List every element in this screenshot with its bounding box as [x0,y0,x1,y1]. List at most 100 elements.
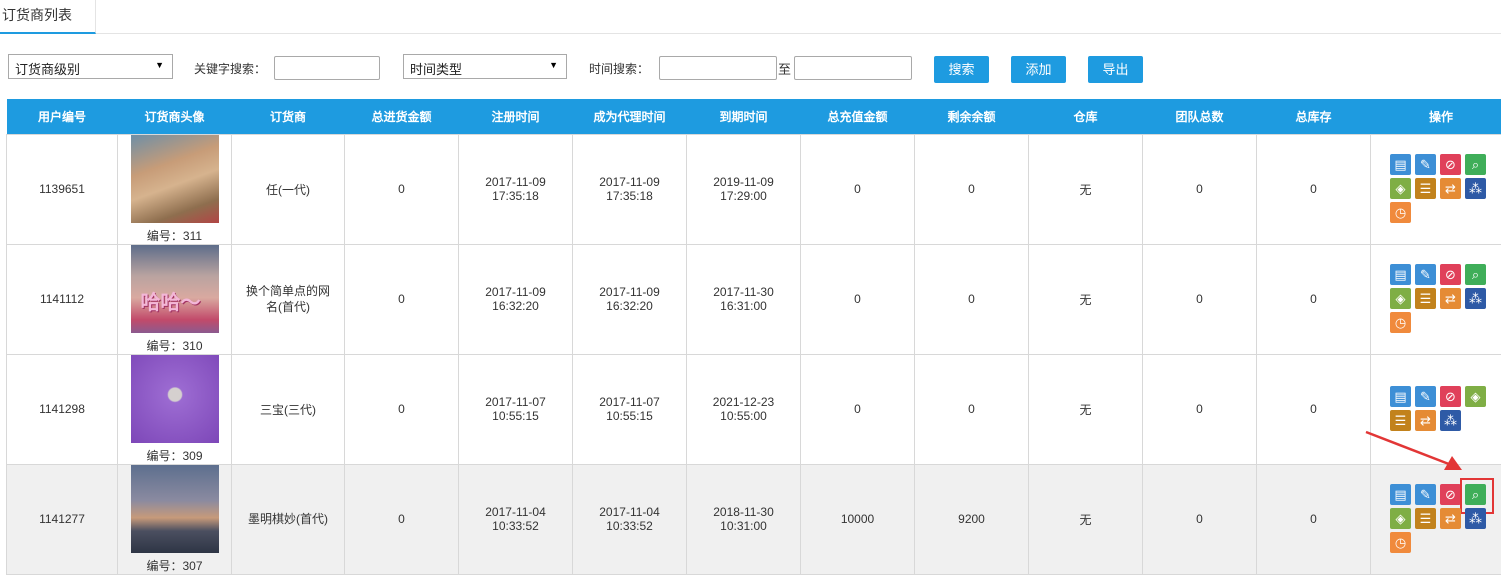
col-avatar: 订货商头像 [118,99,232,134]
warehouse: 无 [1029,244,1143,354]
col-warehouse: 仓库 [1029,99,1143,134]
disable-icon[interactable]: ⊘ [1440,264,1461,285]
annotation-arrow-line [1366,432,1454,466]
disable-icon[interactable]: ⊘ [1440,154,1461,175]
reg-time: 2017-11-0410:33:52 [459,464,573,574]
export-button[interactable]: 导出 [1088,56,1143,83]
team-icon[interactable]: ⁂ [1465,178,1486,199]
avatar-cell: 编号：311 [118,134,232,244]
reg-date-text: 2017-11-09 [459,285,572,299]
total-stock-link[interactable]: 0 [1257,244,1371,354]
table-row: 1141298 编号：309 三宝(三代) 0 2017-11-0710:55:… [7,354,1501,464]
avatar[interactable] [131,135,219,223]
edit-form-icon[interactable]: ▤ [1390,386,1411,407]
reg-date-text: 2017-11-07 [459,395,572,409]
list-icon[interactable]: ☰ [1415,178,1436,199]
actions-cell: ▤✎⊘⌕ ◈☰⇄⁂ ◷ [1371,134,1501,244]
reg-time: 2017-11-0710:55:15 [459,354,573,464]
transfer-icon[interactable]: ⇄ [1440,178,1461,199]
avatar-cell: 编号：307 [118,464,232,574]
total-stock-link[interactable]: 0 [1257,134,1371,244]
tag-icon[interactable]: ◈ [1390,508,1411,529]
warehouse: 无 [1029,464,1143,574]
annotation-arrow [1362,428,1472,478]
time-type-select[interactable]: 时间类型 ▼ [403,54,567,79]
col-actions: 操作 [1371,99,1501,134]
agent-time-text: 10:33:52 [573,519,686,533]
total-purchase: 0 [345,134,459,244]
dealer-name-text: 换个简单点的网名(首代) [245,283,331,315]
total-purchase: 0 [345,244,459,354]
tag-icon[interactable]: ◈ [1390,288,1411,309]
add-button[interactable]: 添加 [1011,56,1066,83]
tag-icon[interactable]: ◈ [1465,386,1486,407]
search-document-icon[interactable]: ⌕ [1465,484,1486,505]
dealer-level-select[interactable]: 订货商级别 ▼ [8,54,173,79]
agent-time-text: 17:35:18 [573,189,686,203]
pencil-icon[interactable]: ✎ [1415,154,1436,175]
col-agent-time: 成为代理时间 [573,99,687,134]
search-document-icon[interactable]: ⌕ [1465,264,1486,285]
col-team-total: 团队总数 [1143,99,1257,134]
dealer-table: 用户编号 订货商头像 订货商 总进货金额 注册时间 成为代理时间 到期时间 总充… [6,99,1501,575]
team-total-link[interactable]: 0 [1143,354,1257,464]
table-row: 1139651 编号：311 任(一代) 0 2017-11-0917:35:1… [7,134,1501,244]
list-icon[interactable]: ☰ [1415,508,1436,529]
date-to-input[interactable] [794,56,912,80]
team-icon[interactable]: ⁂ [1465,288,1486,309]
reg-time-text: 16:32:20 [459,299,572,313]
pencil-icon[interactable]: ✎ [1415,264,1436,285]
search-document-icon[interactable]: ⌕ [1465,154,1486,175]
expire-time-text: 10:55:00 [687,409,800,423]
team-total-link[interactable]: 0 [1143,464,1257,574]
balance: 0 [915,354,1029,464]
avatar-code: 编号：310 [118,337,231,354]
transfer-icon[interactable]: ⇄ [1440,508,1461,529]
reg-time-text: 17:35:18 [459,189,572,203]
history-icon[interactable]: ◷ [1390,202,1411,223]
agent-time: 2017-11-0710:55:15 [573,354,687,464]
agent-date-text: 2017-11-09 [573,175,686,189]
disable-icon[interactable]: ⊘ [1440,386,1461,407]
table-header-row: 用户编号 订货商头像 订货商 总进货金额 注册时间 成为代理时间 到期时间 总充… [7,99,1501,134]
tab-dealer-list[interactable]: 订货商列表 [0,0,96,34]
history-icon[interactable]: ◷ [1390,532,1411,553]
avatar-cell: 编号：309 [118,354,232,464]
search-button[interactable]: 搜索 [934,56,989,83]
expire-date-text: 2019-11-09 [687,175,800,189]
date-from-input[interactable] [659,56,777,80]
total-stock-link[interactable]: 0 [1257,464,1371,574]
warehouse: 无 [1029,354,1143,464]
total-stock-link[interactable]: 0 [1257,354,1371,464]
keyword-label: 关键字搜索： [194,60,266,77]
col-reg-time: 注册时间 [459,99,573,134]
pencil-icon[interactable]: ✎ [1415,484,1436,505]
expire-time: 2018-11-3010:31:00 [687,464,801,574]
team-icon[interactable]: ⁂ [1465,508,1486,529]
avatar[interactable] [131,355,219,443]
tab-bar: 订货商列表 [0,0,1501,34]
team-total-link[interactable]: 0 [1143,244,1257,354]
expire-time: 2021-12-2310:55:00 [687,354,801,464]
agent-time-text: 10:55:15 [573,409,686,423]
dealer-name: 换个简单点的网名(首代) [232,244,345,354]
keyword-input[interactable] [274,56,380,80]
user-id: 1141298 [7,354,118,464]
history-icon[interactable]: ◷ [1390,312,1411,333]
team-total-link[interactable]: 0 [1143,134,1257,244]
edit-form-icon[interactable]: ▤ [1390,154,1411,175]
balance: 0 [915,244,1029,354]
edit-form-icon[interactable]: ▤ [1390,484,1411,505]
pencil-icon[interactable]: ✎ [1415,386,1436,407]
transfer-icon[interactable]: ⇄ [1440,288,1461,309]
user-id: 1139651 [7,134,118,244]
avatar[interactable] [131,465,219,553]
edit-form-icon[interactable]: ▤ [1390,264,1411,285]
expire-time: 2017-11-3016:31:00 [687,244,801,354]
list-icon[interactable]: ☰ [1415,288,1436,309]
dealer-name: 三宝(三代) [232,354,345,464]
col-total-recharge: 总充值金额 [801,99,915,134]
tag-icon[interactable]: ◈ [1390,178,1411,199]
agent-date-text: 2017-11-04 [573,505,686,519]
disable-icon[interactable]: ⊘ [1440,484,1461,505]
